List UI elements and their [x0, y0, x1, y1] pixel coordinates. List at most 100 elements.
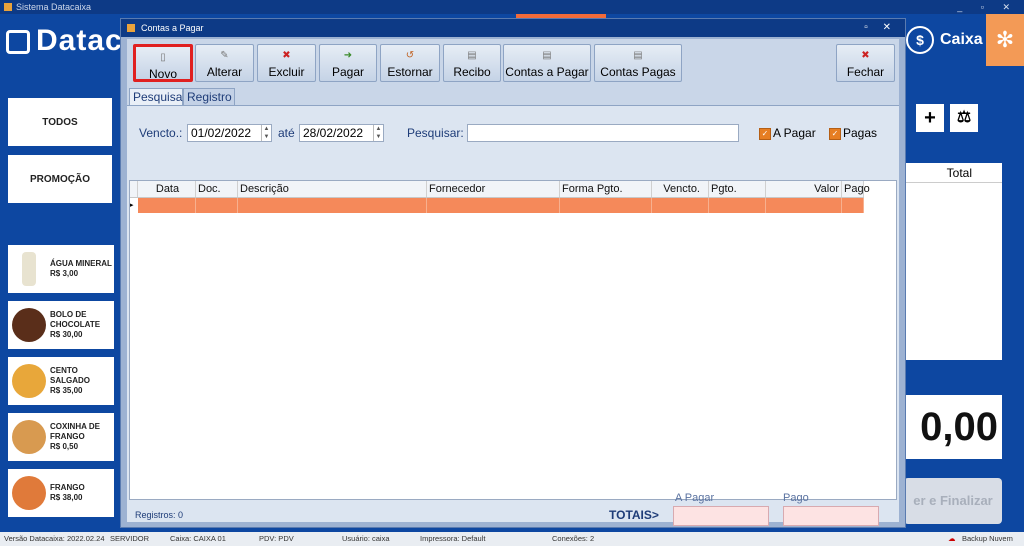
tab-pesquisa[interactable]: Pesquisa	[129, 88, 183, 105]
date-spinner-icon[interactable]: ▲ ▼	[261, 125, 271, 141]
table-row[interactable]: ▸	[130, 198, 864, 213]
col-valor[interactable]: Valor	[766, 181, 842, 197]
cake-icon	[12, 308, 46, 342]
product-card[interactable]: ÁGUA MINERAL R$ 3,00	[8, 245, 114, 293]
pay-icon: ➜	[343, 50, 353, 61]
cell-data	[138, 198, 196, 213]
product-card[interactable]: CENTO SALGADO R$ 35,00	[8, 357, 114, 405]
vencto-label: Vencto.:	[139, 126, 183, 140]
date-to-input[interactable]: 28/02/2022 ▲ ▼	[299, 124, 384, 142]
plus-button[interactable]: +	[916, 104, 944, 132]
col-data[interactable]: Data	[138, 181, 196, 197]
alterar-button[interactable]: ✎ Alterar	[195, 44, 254, 82]
novo-label: Novo	[148, 67, 177, 81]
row-indicator-icon: ▸	[130, 198, 138, 213]
logo-text: Datac	[36, 24, 123, 57]
gear-icon[interactable]: ✻	[986, 14, 1024, 66]
dialog-footer: Registros: 0 TOTAIS> A Pagar Pago	[127, 492, 899, 526]
pago-total-field	[783, 506, 879, 526]
reverse-icon: ↺	[405, 50, 415, 61]
search-input[interactable]	[467, 124, 739, 142]
status-pdv: PDV: PDV	[259, 534, 294, 543]
tab-registro[interactable]: Registro	[183, 88, 235, 105]
a-pagar-checkbox-label: A Pagar	[773, 126, 816, 140]
fechar-label: Fechar	[846, 65, 885, 79]
coxinha-icon	[12, 420, 46, 454]
snack-icon	[12, 364, 46, 398]
novo-button[interactable]: ▯ Novo	[133, 44, 193, 82]
status-server: SERVIDOR	[110, 534, 150, 543]
product-name: ÁGUA MINERAL	[50, 259, 112, 268]
status-printer: Impressora: Default	[420, 534, 486, 543]
col-descricao[interactable]: Descrição	[238, 181, 427, 197]
contas-a-pagar-dialog: Contas a Pagar ▫ ✕ ▯ Novo ✎ Alterar ✖ Exclu…	[120, 18, 906, 528]
cell-fornecedor	[427, 198, 560, 213]
fechar-button[interactable]: ✖ Fechar	[836, 44, 895, 82]
product-card[interactable]: COXINHA DE FRANGO R$ 0,50	[8, 413, 114, 461]
pagas-checkbox[interactable]: ✓	[829, 128, 841, 140]
estornar-button[interactable]: ↺ Estornar	[380, 44, 440, 82]
cell-forma-pgto	[560, 198, 652, 213]
window-controls[interactable]: _ ▫ ✕	[957, 0, 1018, 14]
report-icon: ▤	[542, 50, 552, 61]
col-fornecedor[interactable]: Fornecedor	[427, 181, 560, 197]
col-pgto[interactable]: Pgto.	[709, 181, 766, 197]
pago-total-label: Pago	[783, 492, 809, 504]
excluir-button[interactable]: ✖ Excluir	[257, 44, 316, 82]
receipt-icon: ▤	[467, 50, 477, 61]
cart-total-header: Total	[902, 163, 1002, 183]
col-vencto[interactable]: Vencto.	[652, 181, 709, 197]
contas-pagas-button[interactable]: ▤ Contas Pagas	[594, 44, 682, 82]
category-todos-button[interactable]: TODOS	[8, 98, 112, 146]
col-forma-pgto[interactable]: Forma Pgto.	[560, 181, 652, 197]
date-from-input[interactable]: 01/02/2022 ▲ ▼	[187, 124, 272, 142]
caixa-menu[interactable]: $ Caixa	[906, 26, 983, 54]
estornar-label: Estornar	[387, 65, 433, 79]
search-label: Pesquisar:	[407, 126, 464, 140]
status-user: Usuário: caixa	[342, 534, 390, 543]
cell-descricao	[238, 198, 427, 213]
category-promocao-button[interactable]: PROMOÇÃO	[8, 155, 112, 203]
dialog-window-controls[interactable]: ▫ ✕	[864, 19, 897, 37]
col-doc[interactable]: Doc.	[196, 181, 238, 197]
cell-doc	[196, 198, 238, 213]
product-name: COXINHA DE FRANGO	[50, 422, 100, 441]
contas-grid[interactable]: Data Doc. Descrição Fornecedor Forma Pgt…	[129, 180, 897, 500]
contas-a-pagar-button[interactable]: ▤ Contas a Pagar	[503, 44, 591, 82]
cloud-icon: ☁	[948, 534, 956, 543]
recibo-button[interactable]: ▤ Recibo	[443, 44, 501, 82]
col-pago[interactable]: Pago	[842, 181, 870, 197]
pagar-button[interactable]: ➜ Pagar	[319, 44, 377, 82]
dialog-title: Contas a Pagar	[141, 23, 204, 33]
new-document-icon: ▯	[160, 52, 166, 63]
date-spinner-icon[interactable]: ▲ ▼	[373, 125, 383, 141]
caixa-label: Caixa	[940, 31, 983, 49]
cell-valor	[766, 198, 842, 213]
contas-a-pagar-label: Contas a Pagar	[505, 65, 589, 79]
report-icon: ▤	[633, 50, 643, 61]
water-bottle-icon	[22, 252, 36, 286]
grid-header-indicator	[130, 181, 138, 197]
product-name: CENTO SALGADO	[50, 366, 90, 385]
app-window-title: Sistema Datacaixa	[16, 2, 92, 12]
date-to-value: 28/02/2022	[303, 126, 364, 140]
finalize-button[interactable]: er e Finalizar	[904, 478, 1002, 524]
dialog-icon	[127, 24, 135, 32]
logo-icon	[6, 30, 30, 54]
scale-icon[interactable]: ⚖	[950, 104, 978, 132]
alterar-label: Alterar	[206, 65, 243, 79]
app-titlebar: Sistema Datacaixa _ ▫ ✕	[0, 0, 1024, 14]
pesquisa-panel: Vencto.: 01/02/2022 ▲ ▼ até 28/02/2022 ▲ ▼…	[127, 105, 899, 526]
totais-label: TOTAIS>	[609, 508, 659, 522]
a-pagar-checkbox[interactable]: ✓	[759, 128, 771, 140]
excluir-label: Excluir	[268, 65, 305, 79]
pagar-label: Pagar	[331, 65, 365, 79]
contas-pagas-label: Contas Pagas	[600, 65, 676, 79]
pagas-checkbox-label: Pagas	[843, 126, 878, 140]
dialog-titlebar: Contas a Pagar ▫ ✕	[121, 19, 905, 37]
ate-label: até	[278, 126, 295, 140]
status-backup[interactable]: Backup Nuvem	[962, 532, 1013, 546]
product-card[interactable]: FRANGO R$ 38,00	[8, 469, 114, 517]
product-name: FRANGO	[50, 483, 85, 492]
product-card[interactable]: BOLO DE CHOCOLATE R$ 30,00	[8, 301, 114, 349]
